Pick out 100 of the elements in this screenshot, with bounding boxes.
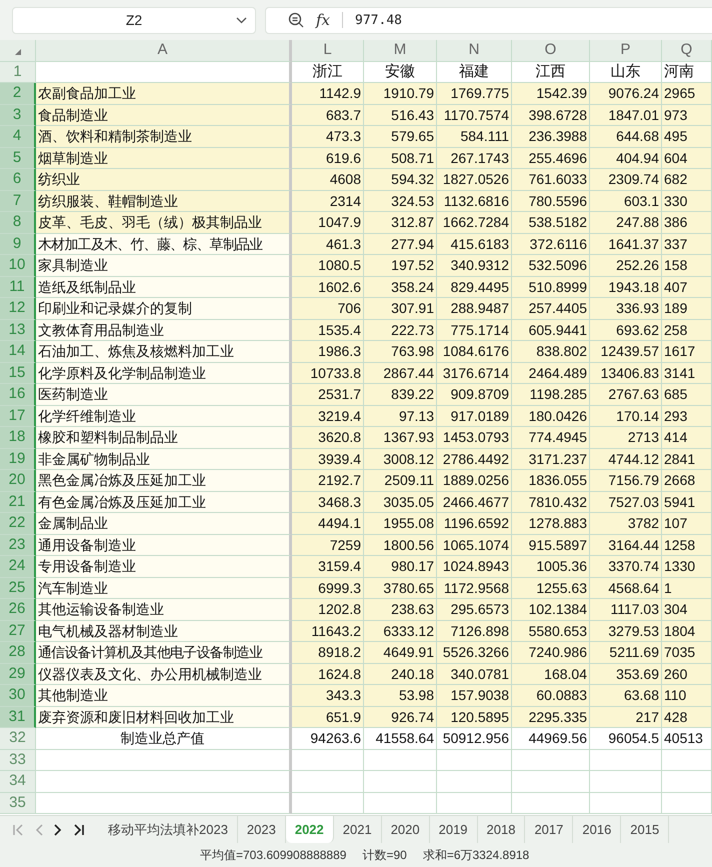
- table-cell: 761.6033: [512, 169, 590, 190]
- formula-field[interactable]: 977.48: [355, 12, 402, 28]
- table-cell: 157.9038: [437, 685, 512, 706]
- row-header[interactable]: 20: [0, 470, 36, 492]
- row-header[interactable]: 3: [0, 104, 36, 126]
- row-header[interactable]: 22: [0, 513, 36, 534]
- table-cell: 2509.11: [364, 470, 437, 492]
- row-header[interactable]: 1: [0, 62, 36, 83]
- row-header[interactable]: 12: [0, 298, 36, 320]
- row-header[interactable]: 23: [0, 534, 36, 556]
- table-cell: 763.98: [364, 341, 437, 362]
- table-cell: 1: [662, 578, 712, 599]
- row-header[interactable]: 19: [0, 448, 36, 470]
- next-sheet-icon[interactable]: [54, 824, 62, 836]
- function-button[interactable]: fx: [316, 11, 330, 29]
- row-header[interactable]: 5: [0, 148, 36, 169]
- table-cell: 7156.79: [590, 470, 662, 492]
- table-cell: 1910.79: [364, 83, 437, 104]
- row-label: 有色金属冶炼及压延加工业: [36, 492, 292, 513]
- table-cell: 304: [662, 599, 712, 620]
- table-cell: 40513: [662, 728, 712, 750]
- column-header[interactable]: O: [512, 40, 590, 62]
- table-cell: 1800.56: [364, 534, 437, 556]
- table-cell: 1170.7574: [437, 104, 512, 126]
- table-cell: 2314: [292, 190, 364, 212]
- empty-cell: [662, 771, 712, 792]
- table-cell: 60.0883: [512, 685, 590, 706]
- row-label: 食品制造业: [36, 104, 292, 126]
- row-header[interactable]: 7: [0, 190, 36, 212]
- row-header[interactable]: 13: [0, 320, 36, 341]
- row-header[interactable]: 32: [0, 728, 36, 750]
- row-label: 电气机械及器材制造业: [36, 620, 292, 642]
- column-header[interactable]: M: [364, 40, 437, 62]
- row-header[interactable]: 14: [0, 341, 36, 362]
- table-cell: 110: [662, 685, 712, 706]
- empty-cell: [292, 750, 364, 771]
- row-header[interactable]: 25: [0, 578, 36, 599]
- column-header[interactable]: Q: [662, 40, 712, 62]
- table-cell: 3370.74: [590, 556, 662, 578]
- table-cell: 2192.7: [292, 470, 364, 492]
- row-header[interactable]: 16: [0, 384, 36, 406]
- table-cell: 1202.8: [292, 599, 364, 620]
- table-cell: 508.71: [364, 148, 437, 169]
- row-header[interactable]: 15: [0, 362, 36, 384]
- table-cell: 1047.9: [292, 212, 364, 234]
- table-cell: 6999.3: [292, 578, 364, 599]
- row-label: 石油加工、炼焦及核燃料加工业: [36, 341, 292, 362]
- row-header[interactable]: 10: [0, 255, 36, 276]
- table-cell: 3159.4: [292, 556, 364, 578]
- table-cell: 1255.63: [512, 578, 590, 599]
- name-box[interactable]: Z2: [12, 6, 256, 34]
- table-cell: 1662.7284: [437, 212, 512, 234]
- table-cell: 3219.4: [292, 406, 364, 427]
- sheet-tab[interactable]: 2022: [286, 816, 334, 843]
- table-cell: 257.4405: [512, 298, 590, 320]
- table-cell: 829.4495: [437, 276, 512, 298]
- row-header[interactable]: 33: [0, 750, 36, 771]
- empty-cell: [590, 750, 662, 771]
- row-label: 其他制造业: [36, 685, 292, 706]
- row-header[interactable]: 27: [0, 620, 36, 642]
- table-cell: 594.32: [364, 169, 437, 190]
- row-header[interactable]: 17: [0, 406, 36, 427]
- row-label: 皮革、毛皮、羽毛（绒）极其制品业: [36, 212, 292, 234]
- row-header[interactable]: 21: [0, 492, 36, 513]
- row-header[interactable]: 35: [0, 792, 36, 814]
- row-header[interactable]: 29: [0, 664, 36, 685]
- row-header[interactable]: 8: [0, 212, 36, 234]
- table-cell: 189: [662, 298, 712, 320]
- column-header[interactable]: A: [36, 40, 292, 62]
- row-label: 仪器仪表及文化、办公用机械制造业: [36, 664, 292, 685]
- column-header[interactable]: N: [437, 40, 512, 62]
- status-text: 求和=6万3324.8918: [422, 846, 530, 864]
- table-cell: 1453.0793: [437, 427, 512, 448]
- table-cell: 510.8999: [512, 276, 590, 298]
- row-header[interactable]: 30: [0, 685, 36, 706]
- row-label: 纺织业: [36, 169, 292, 190]
- table-cell: 980.17: [364, 556, 437, 578]
- row-header[interactable]: 24: [0, 556, 36, 578]
- row-header[interactable]: 4: [0, 126, 36, 148]
- row-header[interactable]: 11: [0, 276, 36, 298]
- table-cell: 94263.6: [292, 728, 364, 750]
- row-header[interactable]: 34: [0, 771, 36, 792]
- row-header[interactable]: 26: [0, 599, 36, 620]
- row-header[interactable]: 9: [0, 234, 36, 255]
- table-cell: 6333.12: [364, 620, 437, 642]
- row-header[interactable]: 18: [0, 427, 36, 448]
- row-header[interactable]: 31: [0, 706, 36, 728]
- column-header[interactable]: P: [590, 40, 662, 62]
- table-cell: 1827.0526: [437, 169, 512, 190]
- row-header[interactable]: 2: [0, 83, 36, 104]
- empty-cell: [292, 792, 364, 814]
- column-header[interactable]: L: [292, 40, 364, 62]
- empty-cell: [662, 750, 712, 771]
- last-sheet-icon[interactable]: [73, 824, 85, 836]
- row-header[interactable]: 28: [0, 642, 36, 664]
- table-cell: 532.5096: [512, 255, 590, 276]
- row-header[interactable]: 6: [0, 169, 36, 190]
- table-cell: 538.5182: [512, 212, 590, 234]
- table-cell: 1142.9: [292, 83, 364, 104]
- table-cell: 1367.93: [364, 427, 437, 448]
